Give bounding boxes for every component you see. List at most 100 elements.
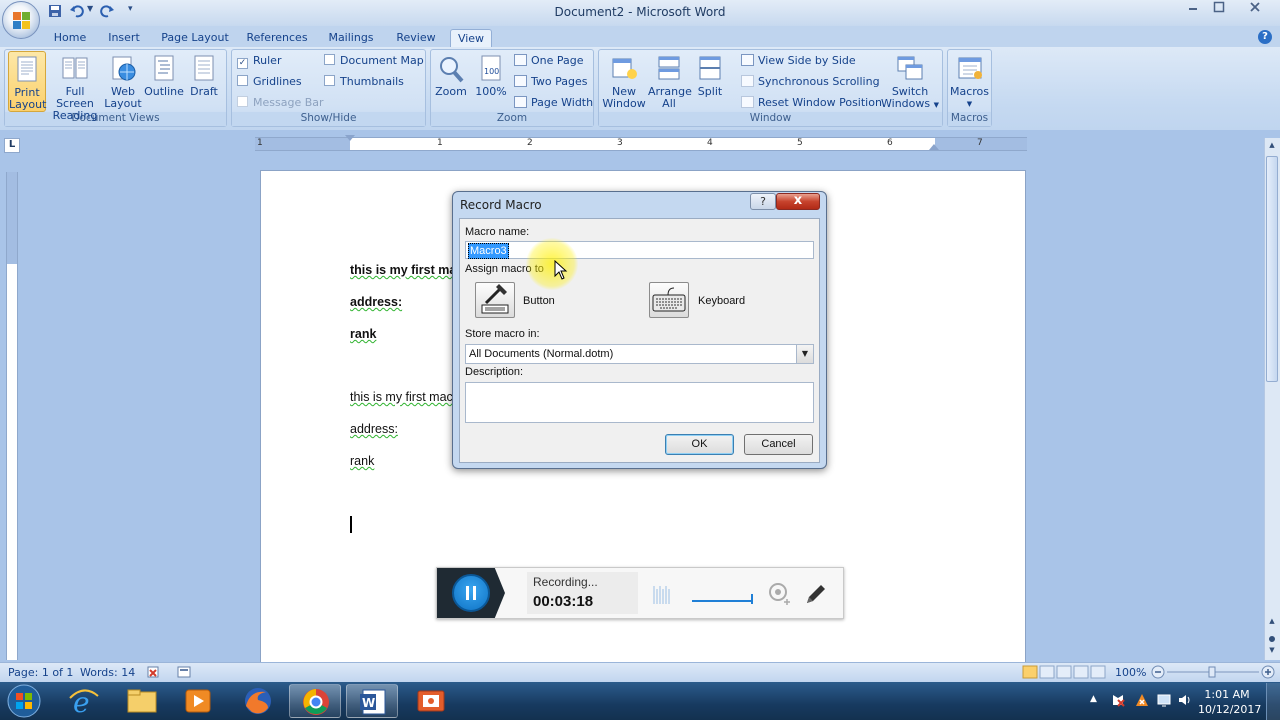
view-side-by-side-button[interactable]: View Side by Side — [741, 54, 856, 67]
page-count[interactable]: Page: 1 of 1 — [8, 666, 73, 679]
minimize-button[interactable] — [1180, 1, 1206, 17]
page-width-button[interactable]: Page Width — [514, 96, 593, 109]
document-map-checkbox[interactable]: Document Map — [324, 54, 424, 67]
arrange-all-button[interactable]: Arrange All — [648, 51, 692, 112]
zoom-100-button[interactable]: 100 100% — [474, 51, 508, 112]
macros-button[interactable]: Macros ▼ — [949, 51, 990, 112]
reset-window-position-button: Reset Window Position — [741, 96, 882, 109]
print-layout-line2: Layout — [9, 98, 47, 111]
side-by-side-icon — [741, 54, 754, 66]
tab-selector-icon[interactable]: L — [4, 138, 20, 153]
tab-home[interactable]: Home — [48, 29, 92, 48]
split-button[interactable]: Split — [694, 51, 726, 112]
two-pages-button[interactable]: Two Pages — [514, 75, 587, 88]
group-label: Zoom — [431, 112, 593, 126]
taskbar-file-explorer[interactable] — [116, 684, 168, 718]
taskbar-recorder[interactable] — [405, 684, 457, 718]
sync-scroll-icon — [741, 75, 754, 87]
zoom-level[interactable]: 100% — [1115, 666, 1146, 679]
network-icon[interactable] — [1156, 692, 1172, 711]
line-text: address: — [350, 422, 398, 436]
first-line-indent-marker[interactable] — [345, 135, 355, 141]
one-page-button[interactable]: One Page — [514, 54, 584, 67]
maximize-button[interactable] — [1206, 1, 1232, 17]
tray-app-icon[interactable] — [1134, 692, 1150, 711]
pencil-icon[interactable] — [803, 581, 829, 610]
scrollbar-thumb[interactable] — [1266, 156, 1278, 382]
zoom-button[interactable]: Zoom — [434, 51, 468, 112]
web-layout-button[interactable]: Web Layout — [104, 51, 142, 112]
draft-button[interactable]: Draft — [186, 51, 222, 112]
action-center-icon[interactable] — [1110, 692, 1126, 711]
tab-references[interactable]: References — [243, 29, 311, 48]
message-bar-checkbox: Message Bar — [237, 96, 324, 109]
macro-recording-icon[interactable] — [176, 664, 192, 683]
taskbar-word[interactable]: W — [346, 684, 398, 718]
assign-keyboard-label: Keyboard — [698, 295, 746, 307]
web-layout-line2: Layout — [104, 97, 142, 110]
magnifier-icon — [440, 57, 464, 83]
outline-button[interactable]: Outline — [144, 51, 184, 112]
cancel-button[interactable]: Cancel — [744, 434, 813, 455]
volume-icon[interactable] — [1177, 692, 1193, 711]
print-layout-button[interactable]: Print Layout — [8, 51, 46, 112]
store-macro-select[interactable]: All Documents (Normal.dotm) — [465, 344, 814, 364]
page-100-icon: 100 — [481, 55, 501, 81]
assign-keyboard-button[interactable] — [649, 282, 689, 318]
description-label: Description: — [465, 366, 524, 378]
dialog-help-button[interactable]: ? — [750, 193, 776, 210]
help-icon[interactable]: ? — [1258, 30, 1272, 44]
store-macro-value: All Documents (Normal.dotm) — [469, 348, 614, 360]
tab-mailings[interactable]: Mailings — [323, 29, 379, 48]
start-button[interactable] — [4, 683, 44, 719]
pause-button[interactable] — [452, 574, 490, 612]
top-margin — [7, 172, 17, 264]
dropdown-arrow-icon: ▼ — [933, 101, 939, 109]
volume-slider[interactable] — [690, 590, 756, 609]
macro-name-input[interactable]: Macro3 — [465, 241, 814, 259]
proofing-icon[interactable] — [146, 664, 162, 683]
ruler-number: 4 — [707, 138, 713, 148]
ok-button[interactable]: OK — [665, 434, 734, 455]
word-count[interactable]: Words: 14 — [80, 666, 135, 679]
tab-page-layout[interactable]: Page Layout — [158, 29, 232, 48]
switch-windows-button[interactable]: Switch Windows ▼ — [880, 51, 940, 112]
synchronous-scrolling-button: Synchronous Scrolling — [741, 75, 880, 88]
scroll-up-arrow-icon[interactable]: ▲ — [1266, 141, 1278, 153]
show-hidden-icons[interactable]: ▲ — [1090, 694, 1097, 704]
ruler-number: 1 — [437, 138, 443, 148]
draft-icon — [194, 55, 214, 81]
zoom-slider[interactable] — [1151, 665, 1275, 682]
dialog-close-button[interactable]: x — [776, 193, 820, 210]
tab-view[interactable]: View — [450, 29, 492, 49]
webcam-icon[interactable] — [766, 581, 792, 610]
horizontal-ruler[interactable]: 1 1 2 3 4 5 6 7 — [255, 135, 1027, 151]
show-desktop-button[interactable] — [1266, 683, 1280, 720]
system-clock[interactable]: 1:01 AM 10/12/2017 — [1198, 687, 1261, 717]
tab-review[interactable]: Review — [391, 29, 441, 48]
description-textarea[interactable] — [465, 382, 814, 423]
right-indent-marker[interactable] — [929, 144, 939, 150]
tab-insert[interactable]: Insert — [102, 29, 146, 48]
office-button[interactable] — [2, 1, 40, 39]
assign-button-button[interactable] — [475, 282, 515, 318]
scroll-up-page-icon[interactable]: ▲ — [1266, 617, 1278, 629]
vertical-ruler[interactable] — [6, 172, 18, 660]
new-window-button[interactable]: New Window — [602, 51, 646, 112]
line-text: address: — [350, 295, 403, 309]
taskbar-media-player[interactable] — [172, 684, 224, 718]
taskbar-firefox[interactable] — [232, 684, 284, 718]
thumbnails-checkbox[interactable]: Thumbnails — [324, 75, 404, 88]
scroll-down-page-icon[interactable]: ▼ — [1266, 646, 1278, 658]
ruler-checkbox[interactable]: ✓ Ruler — [237, 54, 281, 69]
close-window-button[interactable] — [1240, 1, 1270, 17]
recording-status: Recording... — [533, 575, 598, 589]
full-screen-reading-button[interactable]: Full Screen Reading — [48, 51, 102, 122]
taskbar-chrome[interactable] — [289, 684, 341, 718]
chevron-down-icon[interactable]: ▼ — [796, 345, 813, 363]
taskbar-internet-explorer[interactable]: e — [58, 684, 110, 719]
office-logo-icon — [13, 12, 30, 29]
full-screen-reading-icon — [62, 57, 88, 79]
gridlines-checkbox[interactable]: Gridlines — [237, 75, 302, 88]
select-browse-object-icon[interactable] — [1266, 632, 1278, 644]
